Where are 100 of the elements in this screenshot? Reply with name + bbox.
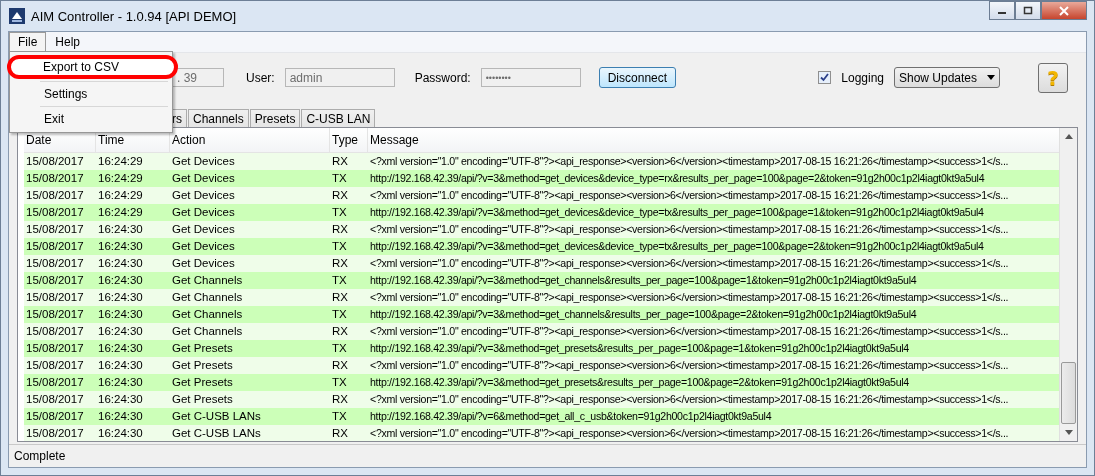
log-row[interactable]: 15/08/2017 16:24:30 Get C-USB LANs TX http://192.168.42.39/api/?v=6&method=get_all_c_usb&token=91g2h00c1p2l4iagt0kt9a5ul4 <box>24 408 1059 425</box>
table-cell-text: <?xml version="1.0" encoding="UTF-8"?><api_response><version>6</version><timestamp>2017-08-15 16:21:26</timestamp><success>1</s... <box>369 392 1010 407</box>
updates-dropdown[interactable]: Show Updates <box>894 67 1000 88</box>
table-cell-text: 16:24:30 <box>97 358 144 373</box>
log-row[interactable]: 15/08/2017 16:24:30 Get Channels TX http://192.168.42.39/api/?v=3&method=get_channels&results_per_page=100&page=1&token=91g2h00c1p2l4iagt0kt9a5ul4 <box>24 272 1059 289</box>
menu-option[interactable]: Settings <box>12 84 170 104</box>
log-row[interactable]: 15/08/2017 16:24:29 Get Devices TX http://192.168.42.39/api/?v=3&method=get_devices&device_type=rx&results_per_page=100&page=2&token=91g2h00c1p2l4iagt0kt9a5ul4 <box>24 170 1059 187</box>
scrollbar-thumb[interactable] <box>1061 362 1076 424</box>
table-cell-text: 16:24:30 <box>97 256 144 271</box>
table-cell-text: 15/08/2017 <box>25 409 85 424</box>
table-cell-text: Get Devices <box>171 171 236 186</box>
table-cell-text: 15/08/2017 <box>25 205 85 220</box>
password-label: Password: <box>414 70 471 85</box>
table-cell-text: Get Presets <box>171 392 234 407</box>
log-row[interactable]: 15/08/2017 16:24:30 Get C-USB LANs RX <?xml version="1.0" encoding="UTF-8"?><api_response><version>6</version><timestamp>2017-08-15 16:21:26</timestamp><success>1</s... <box>24 425 1059 441</box>
table-cell-text: 16:24:30 <box>97 307 144 322</box>
table-cell-text: Get C-USB LANs <box>171 426 262 441</box>
table-cell-text: Get Channels <box>171 290 244 305</box>
table-cell-text: http://192.168.42.39/api/?v=6&method=get_all_c_usb&token=91g2h00c1p2l4iagt0kt9a5ul4 <box>369 409 773 424</box>
menu-item[interactable]: File <box>9 32 47 52</box>
table-cell-text: Get Presets <box>171 341 234 356</box>
log-row[interactable]: 15/08/2017 16:24:30 Get Presets TX http://192.168.42.39/api/?v=3&method=get_presets&results_per_page=100&page=2&token=91g2h00c1p2l4iagt0kt9a5ul4 <box>24 374 1059 391</box>
table-cell-text: 16:24:30 <box>97 324 144 339</box>
table-cell-text: 16:24:30 <box>97 273 144 288</box>
scrollbar[interactable] <box>1059 128 1077 441</box>
table-cell-text: Get Devices <box>171 188 236 203</box>
table-cell-text: <?xml version="1.0" encoding="UTF-8"?><api_response><version>6</version><timestamp>2017-08-15 16:21:26</timestamp><success>1</s... <box>369 324 1010 339</box>
column-header[interactable]: Message <box>368 128 1059 152</box>
table-cell-text: RX <box>331 290 349 305</box>
table-cell-text: 15/08/2017 <box>25 273 85 288</box>
table-cell-text: 15/08/2017 <box>25 222 85 237</box>
table-cell-text: Get C-USB LANs <box>171 409 262 424</box>
log-row[interactable]: 15/08/2017 16:24:29 Get Devices RX <?xml version="1.0" encoding="UTF-8"?><api_response><version>6</version><timestamp>2017-08-15 16:21:26</timestamp><success>1</s... <box>24 153 1059 170</box>
table-cell-text: Get Presets <box>171 375 234 390</box>
table-cell-text: Get Devices <box>171 205 236 220</box>
ip-address-field[interactable]: . 39 <box>172 68 224 87</box>
minimize-button[interactable] <box>989 1 1015 20</box>
menu-option[interactable]: Export to CSV <box>7 55 178 79</box>
table-cell-text: http://192.168.42.39/api/?v=3&method=get_devices&device_type=rx&results_per_page=100&page=2&token=91g2h00c1p2l4iagt0kt9a5ul4 <box>369 171 986 186</box>
table-cell-text: 15/08/2017 <box>25 307 85 322</box>
scroll-up-icon[interactable] <box>1064 134 1073 139</box>
table-cell-text: <?xml version="1.0" encoding="UTF-8"?><api_response><version>6</version><timestamp>2017-08-15 16:21:26</timestamp><success>1</s... <box>369 222 1010 237</box>
app-logo-icon <box>9 8 25 24</box>
password-field[interactable]: •••••••• <box>480 68 581 87</box>
table-cell-text: 16:24:30 <box>97 290 144 305</box>
table-cell-text: Get Channels <box>171 324 244 339</box>
logging-checkbox[interactable] <box>818 71 832 84</box>
maximize-button[interactable] <box>1015 1 1041 20</box>
scroll-down-icon[interactable] <box>1064 430 1073 435</box>
table-cell-text: <?xml version="1.0" encoding="UTF-8"?><api_response><version>6</version><timestamp>2017-08-15 16:21:26</timestamp><success>1</s... <box>369 188 1010 203</box>
table-cell-text: <?xml version="1.0" encoding="UTF-8"?><api_response><version>6</version><timestamp>2017-08-15 16:21:26</timestamp><success>1</s... <box>369 426 1010 441</box>
table-cell-text: Get Devices <box>171 222 236 237</box>
table-cell-text: 15/08/2017 <box>25 341 85 356</box>
log-row[interactable]: 15/08/2017 16:24:30 Get Devices TX http://192.168.42.39/api/?v=3&method=get_devices&device_type=tx&results_per_page=100&page=2&token=91g2h00c1p2l4iagt0kt9a5ul4 <box>24 238 1059 255</box>
table-cell-text: 15/08/2017 <box>25 154 85 169</box>
table-cell-text: http://192.168.42.39/api/?v=3&method=get_presets&results_per_page=100&page=2&token=91g2h00c1p2l4iagt0kt9a5ul4 <box>369 375 910 390</box>
log-row[interactable]: 15/08/2017 16:24:30 Get Presets RX <?xml version="1.0" encoding="UTF-8"?><api_response><version>6</version><timestamp>2017-08-15 16:21:26</timestamp><success>1</s... <box>24 357 1059 374</box>
log-row[interactable]: 15/08/2017 16:24:29 Get Devices TX http://192.168.42.39/api/?v=3&method=get_devices&device_type=tx&results_per_page=100&page=1&token=91g2h00c1p2l4iagt0kt9a5ul4 <box>24 204 1059 221</box>
table-cell-text: <?xml version="1.0" encoding="UTF-8"?><api_response><version>6</version><timestamp>2017-08-15 16:21:26</timestamp><success>1</s... <box>369 290 1010 305</box>
table-cell-text: 16:24:30 <box>97 222 144 237</box>
table-cell-text: http://192.168.42.39/api/?v=3&method=get_channels&results_per_page=100&page=2&token=91g2h00c1p2l4iagt0kt9a5ul4 <box>369 307 918 322</box>
log-row[interactable]: 15/08/2017 16:24:30 Get Channels TX http://192.168.42.39/api/?v=3&method=get_channels&results_per_page=100&page=2&token=91g2h00c1p2l4iagt0kt9a5ul4 <box>24 306 1059 323</box>
table-cell-text: 16:24:30 <box>97 239 144 254</box>
table-cell-text: http://192.168.42.39/api/?v=3&method=get_channels&results_per_page=100&page=1&token=91g2h00c1p2l4iagt0kt9a5ul4 <box>369 273 918 288</box>
menu-item[interactable]: Help <box>46 32 90 52</box>
log-row[interactable]: 15/08/2017 16:24:30 Get Presets TX http://192.168.42.39/api/?v=3&method=get_presets&results_per_page=100&page=1&token=91g2h00c1p2l4iagt0kt9a5ul4 <box>24 340 1059 357</box>
log-row[interactable]: 15/08/2017 16:24:29 Get Devices RX <?xml version="1.0" encoding="UTF-8"?><api_response><version>6</version><timestamp>2017-08-15 16:21:26</timestamp><success>1</s... <box>24 187 1059 204</box>
column-header[interactable]: Type <box>330 128 368 152</box>
table-cell-text: TX <box>331 307 348 322</box>
log-row[interactable]: 15/08/2017 16:24:30 Get Channels RX <?xml version="1.0" encoding="UTF-8"?><api_response><version>6</version><timestamp>2017-08-15 16:21:26</timestamp><success>1</s... <box>24 289 1059 306</box>
log-row[interactable]: 15/08/2017 16:24:30 Get Devices RX <?xml version="1.0" encoding="UTF-8"?><api_response><version>6</version><timestamp>2017-08-15 16:21:26</timestamp><success>1</s... <box>24 255 1059 272</box>
table-cell-text: RX <box>331 188 349 203</box>
tab[interactable]: C-USB LAN <box>301 109 376 127</box>
table-cell-text: 15/08/2017 <box>25 358 85 373</box>
table-cell-text: Get Channels <box>171 273 244 288</box>
logging-label: Logging <box>841 70 884 85</box>
table-cell-text: 15/08/2017 <box>25 171 85 186</box>
tab[interactable]: Presets <box>249 109 301 127</box>
table-cell-text: TX <box>331 341 348 356</box>
user-label: User: <box>246 70 275 85</box>
table-cell-text: 15/08/2017 <box>25 256 85 271</box>
table-cell-text: Get Devices <box>171 239 236 254</box>
close-button[interactable] <box>1041 1 1087 20</box>
log-row[interactable]: 15/08/2017 16:24:30 Get Presets RX <?xml version="1.0" encoding="UTF-8"?><api_response><version>6</version><timestamp>2017-08-15 16:21:26</timestamp><success>1</s... <box>24 391 1059 408</box>
log-row[interactable]: 15/08/2017 16:24:30 Get Channels RX <?xml version="1.0" encoding="UTF-8"?><api_response><version>6</version><timestamp>2017-08-15 16:21:26</timestamp><success>1</s... <box>24 323 1059 340</box>
log-row[interactable]: 15/08/2017 16:24:30 Get Devices RX <?xml version="1.0" encoding="UTF-8"?><api_response><version>6</version><timestamp>2017-08-15 16:21:26</timestamp><success>1</s... <box>24 221 1059 238</box>
menu-option[interactable]: Exit <box>12 109 170 129</box>
table-cell-text: 16:24:29 <box>97 171 144 186</box>
table-cell-text: Get Devices <box>171 256 236 271</box>
table-cell-text: RX <box>331 324 349 339</box>
tab[interactable]: Channels <box>188 109 249 127</box>
table-cell-text: 15/08/2017 <box>25 426 85 441</box>
table-cell-text: Get Channels <box>171 307 244 322</box>
table-cell-text: 15/08/2017 <box>25 239 85 254</box>
table-cell-text: TX <box>331 205 348 220</box>
disconnect-button[interactable]: Disconnect <box>598 67 677 88</box>
table-cell-text: <?xml version="1.0" encoding="UTF-8"?><api_response><version>6</version><timestamp>2017-08-15 16:21:26</timestamp><success>1</s... <box>369 358 1010 373</box>
table-cell-text: TX <box>331 273 348 288</box>
table-cell-text: <?xml version="1.0" encoding="UTF-8"?><api_response><version>6</version><timestamp>2017-08-15 16:21:26</timestamp><success>1</s... <box>369 154 1010 169</box>
user-field[interactable]: admin <box>284 68 395 87</box>
